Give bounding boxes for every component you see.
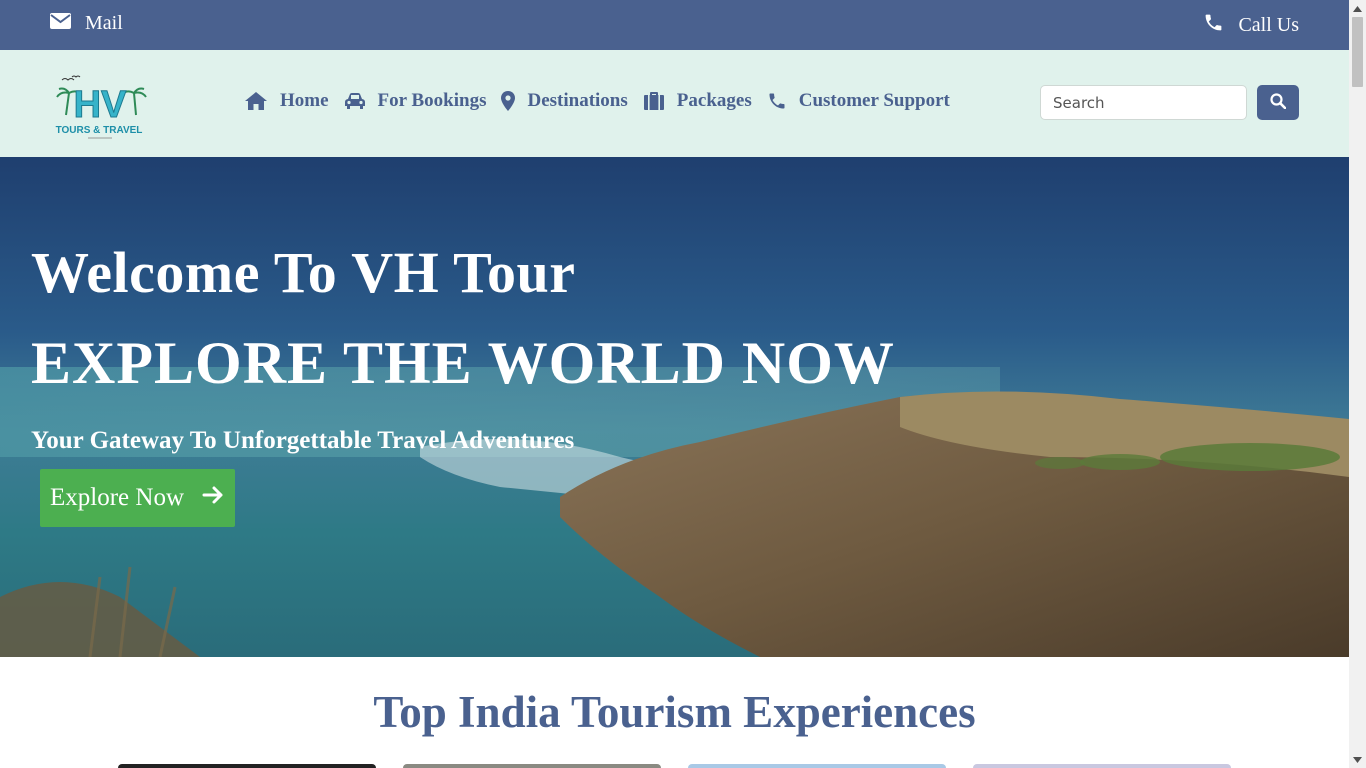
scroll-down-arrow-icon[interactable] [1349, 751, 1366, 768]
main-navbar: HV TOURS & TRAVEL Home For Bookings Dest… [0, 50, 1349, 157]
nav-item-label: Destinations [527, 90, 628, 111]
hero-background-image [0, 157, 1349, 657]
experience-card[interactable] [688, 764, 946, 768]
search-form [1040, 85, 1299, 120]
nav-links: Home For Bookings Destinations Packages … [244, 90, 965, 112]
top-bar: Mail Call Us [0, 0, 1349, 50]
nav-item-for-bookings[interactable]: For Bookings [344, 90, 487, 112]
mail-link[interactable]: Mail [50, 12, 123, 35]
envelope-icon [50, 12, 71, 35]
nav-item-destinations[interactable]: Destinations [501, 90, 628, 112]
brand-logo[interactable]: HV TOURS & TRAVEL [52, 75, 148, 145]
scroll-up-arrow-icon[interactable] [1349, 0, 1366, 17]
hero-headline: EXPLORE THE WORLD NOW [31, 330, 895, 396]
experience-card[interactable] [118, 764, 376, 768]
car-icon [344, 92, 366, 110]
phone-icon [1203, 12, 1224, 39]
mail-label: Mail [85, 12, 123, 34]
nav-item-label: Customer Support [798, 90, 950, 111]
explore-now-button[interactable]: Explore Now [40, 469, 235, 527]
map-marker-icon [501, 91, 516, 111]
home-icon [244, 91, 268, 111]
search-input[interactable] [1040, 85, 1247, 120]
nav-item-packages[interactable]: Packages [643, 90, 752, 112]
search-icon [1270, 93, 1287, 112]
search-button[interactable] [1257, 85, 1299, 120]
experience-card[interactable] [403, 764, 661, 768]
hero-welcome-heading: Welcome To VH Tour [31, 240, 576, 305]
phone-icon [767, 91, 787, 111]
hero-banner: Welcome To VH Tour EXPLORE THE WORLD NOW… [0, 157, 1349, 657]
nav-item-label: Home [280, 90, 329, 111]
hero-tagline: Your Gateway To Unforgettable Travel Adv… [31, 427, 575, 454]
scrollbar-thumb[interactable] [1352, 17, 1363, 87]
page-scrollbar[interactable] [1349, 0, 1366, 768]
explore-now-label: Explore Now [50, 484, 184, 511]
arrow-right-icon [202, 484, 224, 512]
nav-item-label: For Bookings [377, 90, 487, 111]
logo-mark: HV [74, 84, 127, 126]
section-title: Top India Tourism Experiences [373, 687, 976, 737]
suitcase-icon [643, 91, 665, 111]
nav-item-home[interactable]: Home [244, 90, 329, 112]
nav-item-customer-support[interactable]: Customer Support [767, 90, 950, 112]
call-us-link[interactable]: Call Us [1203, 12, 1299, 39]
experience-card[interactable] [973, 764, 1231, 768]
call-us-label: Call Us [1238, 14, 1299, 36]
logo-subtitle: TOURS & TRAVEL [56, 125, 143, 136]
nav-item-label: Packages [676, 90, 752, 111]
